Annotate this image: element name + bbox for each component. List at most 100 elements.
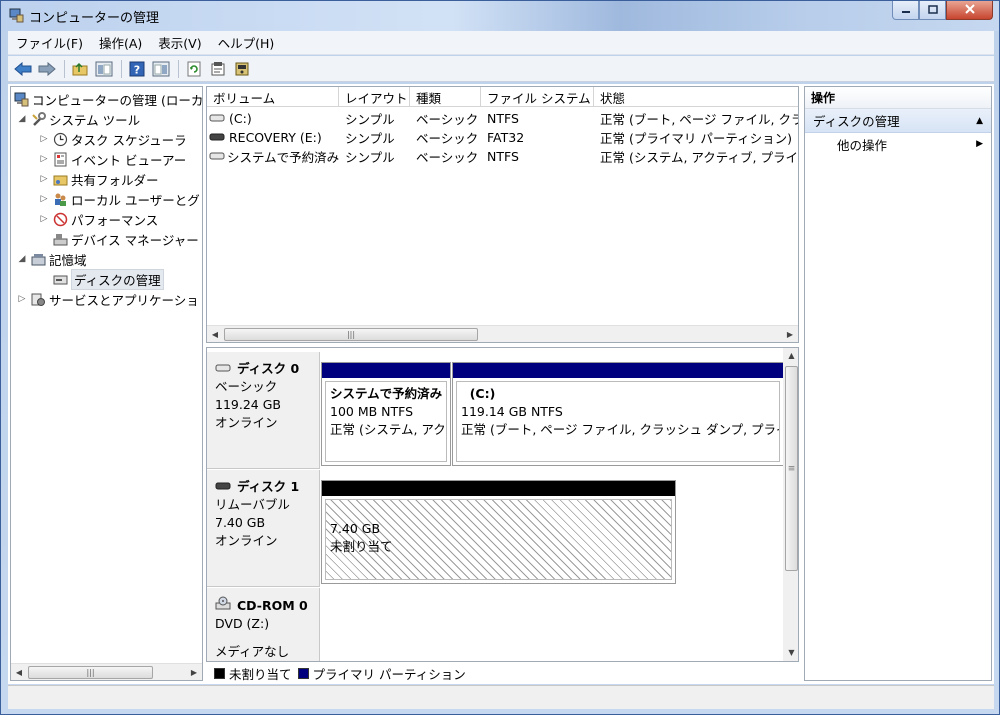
unallocated-swatch	[214, 667, 225, 679]
scroll-left-icon[interactable]: ◀	[207, 330, 223, 339]
tree-horizontal-scrollbar[interactable]: ◀ ||| ▶	[11, 663, 202, 680]
scroll-up-icon[interactable]: ▲	[783, 348, 798, 364]
menu-file[interactable]: ファイル(F)	[8, 33, 91, 52]
system-tools-icon	[30, 111, 46, 127]
show-hide-action-pane-icon[interactable]	[150, 58, 172, 80]
action-more-actions[interactable]: 他の操作 ▶	[805, 133, 991, 155]
partition-size: 100 MB NTFS	[330, 404, 414, 419]
client-area: コンピューターの管理 (ローカ ◢ システム ツール ▷ タスク スケジューラ …	[8, 84, 994, 684]
column-header-layout[interactable]: レイアウト	[339, 87, 410, 107]
partition-name: (C:)	[469, 386, 496, 401]
unallocated-bar	[322, 481, 675, 496]
primary-partition-swatch	[297, 667, 309, 679]
close-button[interactable]	[946, 1, 993, 20]
expand-arrow-icon[interactable]: ▷	[17, 294, 27, 304]
minimize-button[interactable]	[892, 1, 919, 20]
tree-item-system-tools[interactable]: ◢ システム ツール	[17, 109, 140, 129]
disk-state: オンライン	[215, 533, 278, 548]
forward-icon[interactable]	[36, 58, 58, 80]
expand-arrow-icon[interactable]: ▷	[39, 194, 49, 204]
scroll-down-icon[interactable]: ▼	[783, 645, 798, 661]
scroll-thumb[interactable]: |||	[224, 328, 478, 341]
tree-item-disk-management[interactable]: ディスクの管理	[52, 268, 164, 290]
tree-item-task-scheduler[interactable]: ▷ タスク スケジューラ	[39, 129, 187, 149]
help-icon[interactable]: ?	[126, 58, 148, 80]
tree-item-device-manager[interactable]: デバイス マネージャー	[52, 229, 199, 249]
cdrom-0-label[interactable]: CD-ROM 0 DVD (Z:) メディアなし	[207, 588, 320, 661]
legend-unallocated: 未割り当て	[229, 666, 292, 682]
clock-icon	[52, 131, 68, 147]
up-folder-icon[interactable]	[69, 58, 91, 80]
volume-icon	[209, 130, 225, 145]
scroll-thumb[interactable]: |||	[28, 666, 153, 679]
properties-icon[interactable]	[207, 58, 229, 80]
disk-view-vertical-scrollbar[interactable]: ▲ ≡ ▼	[783, 348, 798, 661]
window-controls	[892, 1, 993, 21]
svg-text:?: ?	[134, 63, 140, 76]
expand-arrow-icon[interactable]: ▷	[39, 154, 49, 164]
tree-item-computer-management[interactable]: コンピューターの管理 (ローカ	[13, 89, 202, 109]
storage-icon	[30, 251, 46, 267]
services-icon	[30, 291, 46, 307]
table-row[interactable]: RECOVERY (E:) シンプル ベーシック FAT32 正常 (プライマリ…	[207, 128, 798, 147]
actions-section-disk-management[interactable]: ディスクの管理 ▲	[805, 109, 991, 133]
disk-1-label[interactable]: ディスク 1 リムーバブル 7.40 GB オンライン	[207, 470, 320, 587]
column-header-type[interactable]: 種類	[410, 87, 481, 107]
toolbar-separator	[64, 59, 65, 78]
scroll-right-icon[interactable]: ▶	[782, 330, 798, 339]
primary-partition-bar	[322, 363, 450, 378]
show-hide-console-tree-icon[interactable]	[93, 58, 115, 80]
collapse-arrow-icon[interactable]: ◢	[17, 114, 27, 124]
volume-list-horizontal-scrollbar[interactable]: ◀ ||| ▶	[207, 325, 798, 342]
tree-item-label: タスク スケジューラ	[71, 132, 187, 148]
column-header-volume[interactable]: ボリューム	[207, 87, 339, 107]
tree-item-storage[interactable]: ◢ 記憶域	[17, 249, 87, 269]
legend-primary: プライマリ パーティション	[312, 666, 466, 682]
partition-system-reserved[interactable]: システムで予約済み 100 MB NTFS 正常 (システム, アク	[321, 362, 451, 466]
tree-item-services-applications[interactable]: ▷ サービスとアプリケーショ	[17, 289, 199, 309]
partition-status: 正常 (システム, アク	[330, 422, 446, 437]
column-header-status[interactable]: 状態	[594, 87, 798, 107]
expand-arrow-icon[interactable]: ▷	[39, 134, 49, 144]
scroll-right-icon[interactable]: ▶	[186, 668, 202, 677]
disk-name: ディスク 0	[237, 361, 300, 376]
tree-item-event-viewer[interactable]: ▷ イベント ビューアー	[39, 149, 186, 169]
users-icon	[52, 191, 68, 207]
refresh-icon[interactable]	[183, 58, 205, 80]
tree-item-shared-folders[interactable]: ▷ 共有フォルダー	[39, 169, 159, 189]
menu-action[interactable]: 操作(A)	[91, 33, 150, 52]
disk-settings-icon[interactable]	[231, 58, 253, 80]
volume-layout: シンプル	[345, 150, 395, 165]
tree-item-local-users[interactable]: ▷ ローカル ユーザーとグ	[39, 189, 200, 209]
back-icon[interactable]	[12, 58, 34, 80]
minimize-icon	[901, 3, 911, 17]
shared-folder-icon	[52, 171, 68, 187]
maximize-icon	[927, 3, 938, 17]
menu-view[interactable]: 表示(V)	[150, 33, 209, 52]
scroll-thumb[interactable]: ≡	[785, 366, 798, 571]
tree-item-performance[interactable]: ▷ パフォーマンス	[39, 209, 158, 229]
table-row[interactable]: (C:) シンプル ベーシック NTFS 正常 (ブート, ページ ファイル, …	[207, 109, 799, 128]
scroll-left-icon[interactable]: ◀	[11, 668, 27, 677]
column-header-filesystem[interactable]: ファイル システム	[481, 87, 594, 107]
window-title: コンピューターの管理	[29, 11, 160, 26]
expand-arrow-icon[interactable]: ▷	[39, 214, 49, 224]
disk-management-icon	[52, 271, 68, 287]
menu-help[interactable]: ヘルプ(H)	[210, 33, 283, 52]
volume-layout: シンプル	[345, 131, 395, 146]
expand-arrow-icon[interactable]: ▷	[39, 174, 49, 184]
volume-status: 正常 (ブート, ページ ファイル, クラ	[600, 112, 799, 127]
collapse-up-icon[interactable]: ▲	[976, 116, 983, 126]
collapse-arrow-icon[interactable]: ◢	[17, 254, 27, 264]
partition-unallocated[interactable]: 7.40 GB 未割り当て	[321, 480, 676, 584]
toolbar: ?	[8, 56, 994, 82]
disk-0-label[interactable]: ディスク 0 ベーシック 119.24 GB オンライン	[207, 352, 320, 469]
title-bar[interactable]: コンピューターの管理	[1, 1, 999, 31]
partition-c[interactable]: (C:) 119.14 GB NTFS 正常 (ブート, ページ ファイル, ク…	[452, 362, 784, 466]
submenu-arrow-icon: ▶	[976, 139, 983, 149]
maximize-button[interactable]	[919, 1, 946, 20]
close-icon	[964, 3, 976, 17]
tree-item-label: 共有フォルダー	[71, 172, 159, 188]
table-row[interactable]: システムで予約済み シンプル ベーシック NTFS 正常 (システム, アクティ…	[207, 147, 798, 166]
partition-info: システムで予約済み 100 MB NTFS 正常 (システム, アク	[325, 381, 447, 462]
